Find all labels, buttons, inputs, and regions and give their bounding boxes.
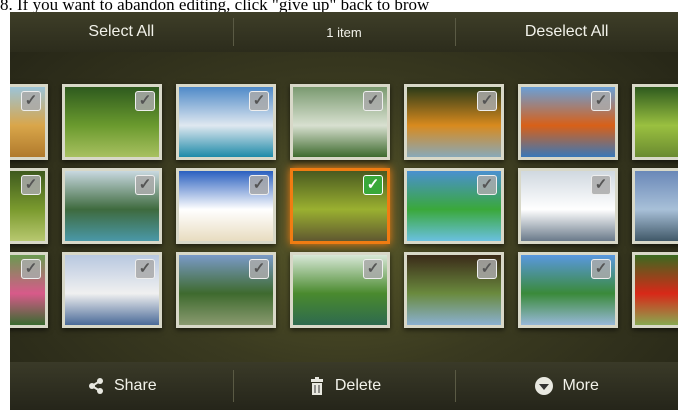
delete-label: Delete [334,377,382,394]
checkbox-icon[interactable]: ✓ [591,91,611,111]
delete-button[interactable]: Delete [232,362,456,410]
selected-count: 1 item [232,12,456,52]
checkbox-icon[interactable]: ✓ [135,91,155,111]
photo-thumbnail[interactable]: ✓ [176,252,276,328]
photo-thumbnail[interactable]: ✓ [632,252,678,328]
checkbox-icon[interactable]: ✓ [21,259,41,279]
photo-thumbnail[interactable]: ✓ [518,252,618,328]
photo-thumbnail[interactable]: ✓ [62,252,162,328]
checkbox-icon[interactable]: ✓ [21,175,41,195]
more-label: More [562,377,599,394]
photo-thumbnail[interactable]: ✓ [62,168,162,244]
photo-thumbnail[interactable]: ✓ [290,168,390,244]
thumbnail-grid: ✓ ✓ ✓ ✓ ✓ ✓ ✓ ✓ ✓ ✓ ✓ ✓ ✓ ✓ ✓ ✓ ✓ ✓ ✓ ✓ ✓ [10,84,678,338]
photo-thumbnail[interactable]: ✓ [518,168,618,244]
checkbox-icon[interactable]: ✓ [249,175,269,195]
photo-thumbnail[interactable]: ✓ [404,168,504,244]
share-button[interactable]: Share [10,362,233,410]
gallery-screen: Select All 1 item Deselect All ✓ ✓ ✓ ✓ ✓ ✓ ✓ ✓ ✓… [10,12,678,410]
checkbox-icon[interactable]: ✓ [363,259,383,279]
checkbox-icon[interactable]: ✓ [591,175,611,195]
photo-thumbnail[interactable]: ✓ [10,252,48,328]
select-all-button[interactable]: Select All [10,12,233,52]
checkbox-icon[interactable]: ✓ [591,259,611,279]
checkbox-icon[interactable]: ✓ [249,259,269,279]
deselect-all-button[interactable]: Deselect All [455,12,678,52]
photo-thumbnail[interactable]: ✓ [10,84,48,160]
photo-thumbnail[interactable]: ✓ [632,84,678,160]
share-icon [88,378,103,394]
checkbox-icon[interactable]: ✓ [135,175,155,195]
checkbox-icon[interactable]: ✓ [249,91,269,111]
checkbox-icon[interactable]: ✓ [477,91,497,111]
share-label: Share [113,377,157,394]
trash-icon [310,377,323,395]
checkbox-icon[interactable]: ✓ [477,175,497,195]
photo-thumbnail[interactable]: ✓ [404,252,504,328]
bottom-action-bar: Share Delete More [10,362,678,410]
photo-thumbnail[interactable]: ✓ [290,84,390,160]
checkbox-icon[interactable]: ✓ [477,259,497,279]
more-button[interactable]: More [455,362,678,410]
checkbox-icon[interactable]: ✓ [21,91,41,111]
photo-thumbnail[interactable]: ✓ [176,84,276,160]
selection-action-bar: Select All 1 item Deselect All [10,12,678,52]
photo-thumbnail[interactable]: ✓ [518,84,618,160]
checkbox-icon[interactable]: ✓ [363,175,383,195]
photo-thumbnail[interactable]: ✓ [62,84,162,160]
photo-thumbnail[interactable]: ✓ [404,84,504,160]
photo-thumbnail[interactable]: ✓ [290,252,390,328]
photo-thumbnail[interactable]: ✓ [176,168,276,244]
checkbox-icon[interactable]: ✓ [363,91,383,111]
photo-thumbnail[interactable]: ✓ [10,168,48,244]
more-icon [535,377,554,395]
checkbox-icon[interactable]: ✓ [135,259,155,279]
photo-thumbnail[interactable]: ✓ [632,168,678,244]
